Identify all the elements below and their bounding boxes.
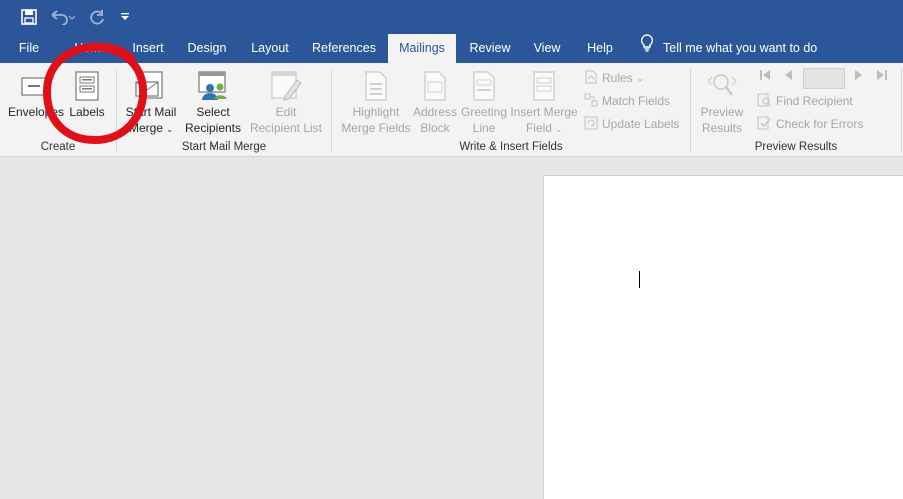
check-errors-icon xyxy=(757,116,772,133)
chevron-down-icon: ⌄ xyxy=(636,73,644,83)
rules-icon xyxy=(584,70,598,87)
next-record-icon[interactable] xyxy=(854,69,864,84)
address-block-button[interactable]: Address Block xyxy=(412,69,458,136)
labels-button[interactable]: Labels xyxy=(66,69,108,121)
ribbon-tab-bar: File Home Insert Design Layout Reference… xyxy=(0,34,903,63)
envelope-icon xyxy=(20,69,52,103)
write-insert-group-label: Write & Insert Fields xyxy=(459,141,563,153)
highlight-fields-icon xyxy=(363,69,389,103)
tab-insert[interactable]: Insert xyxy=(126,34,170,63)
insert-merge-line2-text: Field xyxy=(525,120,552,135)
create-group-label: Create xyxy=(40,141,76,153)
highlight-merge-fields-button[interactable]: Highlight Merge Fields xyxy=(338,69,414,136)
insert-merge-line2: Field ⌄ xyxy=(526,121,562,138)
preview-line2: Results xyxy=(701,120,742,135)
chevron-down-icon: ⌄ xyxy=(555,124,563,134)
match-fields-icon xyxy=(584,93,598,110)
match-fields-button[interactable]: Match Fields xyxy=(584,91,670,111)
tab-layout[interactable]: Layout xyxy=(245,34,295,63)
tell-me-text: Tell me what you want to do xyxy=(663,41,818,55)
record-number-field[interactable] xyxy=(803,68,845,89)
check-errors-label: Check for Errors xyxy=(776,117,864,131)
insert-field-icon xyxy=(531,69,557,103)
address-line2: Block xyxy=(420,120,450,135)
preview-results-group-label: Preview Results xyxy=(754,141,838,153)
recipients-icon xyxy=(196,69,230,103)
chevron-down-icon: ⌄ xyxy=(166,124,174,134)
insert-merge-field-button[interactable]: Insert Merge Field ⌄ xyxy=(509,69,579,137)
highlight-line2: Merge Fields xyxy=(341,120,411,135)
document-page[interactable] xyxy=(543,175,903,499)
find-recipient-label: Find Recipient xyxy=(776,94,853,108)
start-mail-merge-button[interactable]: Start Mail Merge ⌄ xyxy=(122,69,180,137)
select-recipients-line2-text: Recipients xyxy=(184,120,242,135)
first-record-icon[interactable] xyxy=(759,69,771,84)
update-labels-icon xyxy=(584,116,598,133)
tell-me-search[interactable]: Tell me what you want to do xyxy=(640,34,817,63)
save-icon[interactable] xyxy=(19,7,39,27)
update-labels-button[interactable]: Update Labels xyxy=(584,114,679,134)
edit-recipient-line1: Edit xyxy=(275,105,297,119)
address-line1: Address xyxy=(412,105,458,119)
highlight-line1: Highlight xyxy=(352,105,400,119)
tab-help[interactable]: Help xyxy=(581,34,619,63)
match-fields-label: Match Fields xyxy=(602,94,671,108)
lightbulb-icon xyxy=(640,34,654,63)
group-divider xyxy=(901,69,902,153)
check-for-errors-button[interactable]: Check for Errors xyxy=(757,114,863,134)
tab-references[interactable]: References xyxy=(309,34,379,63)
find-recipient-button[interactable]: Find Recipient xyxy=(757,91,853,111)
customize-qat-icon[interactable] xyxy=(118,7,132,27)
insert-merge-line1: Insert Merge xyxy=(510,105,578,119)
mailings-ribbon: Envelopes Labels Create Start Mail Merge… xyxy=(0,63,903,157)
last-record-icon[interactable] xyxy=(876,69,888,84)
preview-abc-icon xyxy=(705,69,739,103)
tab-file[interactable]: File xyxy=(10,34,48,63)
edit-recipient-line2: Recipient List xyxy=(249,120,323,135)
tab-view[interactable]: View xyxy=(528,34,566,63)
tab-review[interactable]: Review xyxy=(465,34,515,63)
preview-results-button[interactable]: Preview Results xyxy=(697,69,747,136)
envelopes-label: Envelopes xyxy=(7,105,65,119)
envelopes-button[interactable]: Envelopes xyxy=(8,69,64,121)
greeting-line-icon xyxy=(471,69,497,103)
rules-label: Rules xyxy=(602,71,633,85)
labels-icon xyxy=(71,69,103,103)
greeting-line2: Line xyxy=(472,120,496,135)
greeting-line-button[interactable]: Greeting Line xyxy=(459,69,509,136)
start-mail-merge-line2: Merge ⌄ xyxy=(129,121,173,138)
find-recipient-icon xyxy=(757,93,772,110)
document-workspace xyxy=(0,158,903,499)
undo-icon[interactable] xyxy=(48,7,78,27)
previous-record-icon[interactable] xyxy=(783,69,793,84)
labels-label: Labels xyxy=(69,105,105,119)
edit-list-icon xyxy=(269,69,303,103)
start-mail-merge-line2-text: Merge xyxy=(128,120,163,135)
start-mail-merge-line1: Start Mail xyxy=(125,105,177,119)
address-block-icon xyxy=(422,69,448,103)
tab-home[interactable]: Home xyxy=(72,34,110,63)
tab-mailings[interactable]: Mailings xyxy=(388,34,456,63)
rules-button[interactable]: Rules ⌄ xyxy=(584,68,643,88)
edit-recipient-list-button[interactable]: Edit Recipient List xyxy=(249,69,323,136)
preview-line1: Preview xyxy=(700,105,744,119)
mail-merge-icon xyxy=(134,69,168,103)
redo-icon[interactable] xyxy=(87,7,107,27)
greeting-line1: Greeting xyxy=(460,105,508,119)
quick-access-toolbar xyxy=(0,0,903,34)
text-cursor xyxy=(639,271,640,288)
update-labels-label: Update Labels xyxy=(602,117,680,131)
start-mail-merge-group-label: Start Mail Merge xyxy=(181,141,267,153)
select-recipients-line1: Select xyxy=(196,105,230,119)
tab-design[interactable]: Design xyxy=(182,34,232,63)
